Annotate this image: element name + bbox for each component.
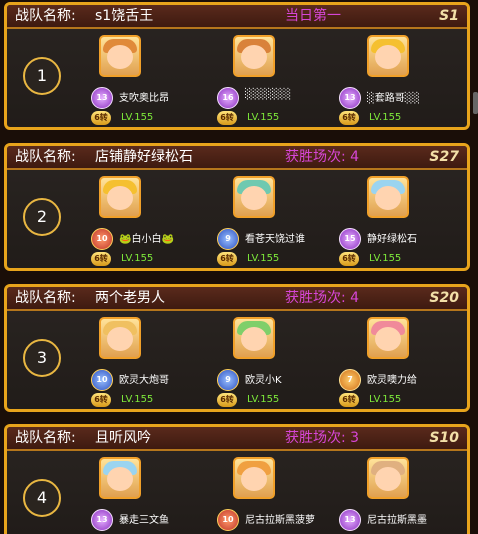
rank-emblem-icon: 13 [91,509,113,531]
team-panel-4[interactable]: 战队名称: 且听风吟 获胜场次: 3 S10 4 13 暴走三文鱼 10 尼古拉… [4,424,470,534]
rank-emblem-icon: 10 [91,369,113,391]
face-shape [241,45,267,69]
panel-header: 战队名称: 且听风吟 获胜场次: 3 S10 [7,427,467,451]
coin-icon: 6转 [91,111,111,125]
face-shape [241,186,267,210]
rank-emblem-icon: 16 [217,87,239,109]
rank-emblem-icon: 9 [217,369,239,391]
coin-icon: 6转 [91,393,111,407]
team-status: 获胜场次: 3 [285,430,360,446]
team-status: 当日第一 [285,8,341,24]
member-name: 尼古拉斯黑墨 [367,515,427,526]
coin-icon: 6转 [339,111,359,125]
team-panel-2[interactable]: 战队名称: 店铺静好绿松石 获胜场次: 4 S27 2 10 🐸白小白🐸 6转 … [4,143,470,271]
rank-badge: 2 [23,198,61,236]
team-panel-3[interactable]: 战队名称: 两个老男人 获胜场次: 4 S20 3 10 欧灵大炮哥 6转 LV… [4,284,470,412]
face-shape [107,45,133,69]
member-name: ░░░░░░ [245,89,292,100]
member-name: 欧灵噢力给 [367,375,417,386]
season-badge: S20 [429,290,459,306]
member-level: LV.155 [121,253,154,264]
member-avatar[interactable] [367,457,409,499]
rank-emblem-icon: 7 [339,369,361,391]
coin-icon: 6转 [91,252,111,266]
member-avatar[interactable] [99,457,141,499]
member-level: LV.155 [247,112,280,123]
face-shape [375,45,401,69]
coin-icon: 6转 [339,252,359,266]
face-shape [241,327,267,351]
team-name: 两个老男人 [95,290,165,306]
member-avatar[interactable] [99,35,141,77]
member-level: LV.155 [121,112,154,123]
face-shape [375,186,401,210]
member-avatar[interactable] [99,176,141,218]
season-badge: S27 [429,149,459,165]
rank-emblem-icon: 13 [91,87,113,109]
team-status: 获胜场次: 4 [285,149,360,165]
member-avatar[interactable] [233,317,275,359]
panel-header: 战队名称: s1饶舌王 当日第一 S1 [7,5,467,29]
coin-icon: 6转 [339,393,359,407]
member-level: LV.155 [247,394,280,405]
team-name: s1饶舌王 [95,8,154,24]
member-avatar[interactable] [99,317,141,359]
season-badge: S10 [429,430,459,446]
member-avatar[interactable] [233,35,275,77]
season-badge: S1 [439,8,459,24]
coin-icon: 6转 [217,252,237,266]
member-level: LV.155 [247,253,280,264]
member-avatar[interactable] [367,317,409,359]
face-shape [375,467,401,491]
member-avatar[interactable] [367,35,409,77]
member-name: 🐸白小白🐸 [119,234,174,245]
coin-icon: 6转 [217,393,237,407]
member-avatar[interactable] [367,176,409,218]
rank-badge: 3 [23,339,61,377]
team-label: 战队名称: [15,8,76,24]
team-label: 战队名称: [15,149,76,165]
team-status: 获胜场次: 4 [285,290,360,306]
member-name: 支吹奥比昂 [119,93,169,104]
team-label: 战队名称: [15,430,76,446]
member-name: 欧灵大炮哥 [119,375,169,386]
team-panel-1[interactable]: 战队名称: s1饶舌王 当日第一 S1 1 13 支吹奥比昂 6转 LV.155… [4,2,470,130]
rank-emblem-icon: 13 [339,509,361,531]
rank-emblem-icon: 9 [217,228,239,250]
face-shape [107,467,133,491]
member-name: 静好绿松石 [367,234,417,245]
member-name: 尼古拉斯黑菠萝 [245,515,315,526]
panel-header: 战队名称: 店铺静好绿松石 获胜场次: 4 S27 [7,146,467,170]
member-name: 欧灵小K [245,375,282,386]
member-level: LV.155 [369,394,402,405]
scrollbar[interactable] [473,92,478,114]
team-label: 战队名称: [15,290,76,306]
member-avatar[interactable] [233,176,275,218]
rank-emblem-icon: 15 [339,228,361,250]
member-name: 看苍天饶过谁 [245,234,305,245]
rank-emblem-icon: 10 [217,509,239,531]
member-level: LV.155 [121,394,154,405]
member-name: ░套路哥░░ [367,93,421,104]
member-level: LV.155 [369,253,402,264]
panel-header: 战队名称: 两个老男人 获胜场次: 4 S20 [7,287,467,311]
face-shape [375,327,401,351]
rank-badge: 1 [23,57,61,95]
member-name: 暴走三文鱼 [119,515,169,526]
rank-badge: 4 [23,479,61,517]
team-name: 且听风吟 [95,430,151,446]
face-shape [107,186,133,210]
member-avatar[interactable] [233,457,275,499]
face-shape [107,327,133,351]
member-level: LV.155 [369,112,402,123]
rank-emblem-icon: 13 [339,87,361,109]
rank-emblem-icon: 10 [91,228,113,250]
face-shape [241,467,267,491]
coin-icon: 6转 [217,111,237,125]
team-name: 店铺静好绿松石 [95,149,193,165]
